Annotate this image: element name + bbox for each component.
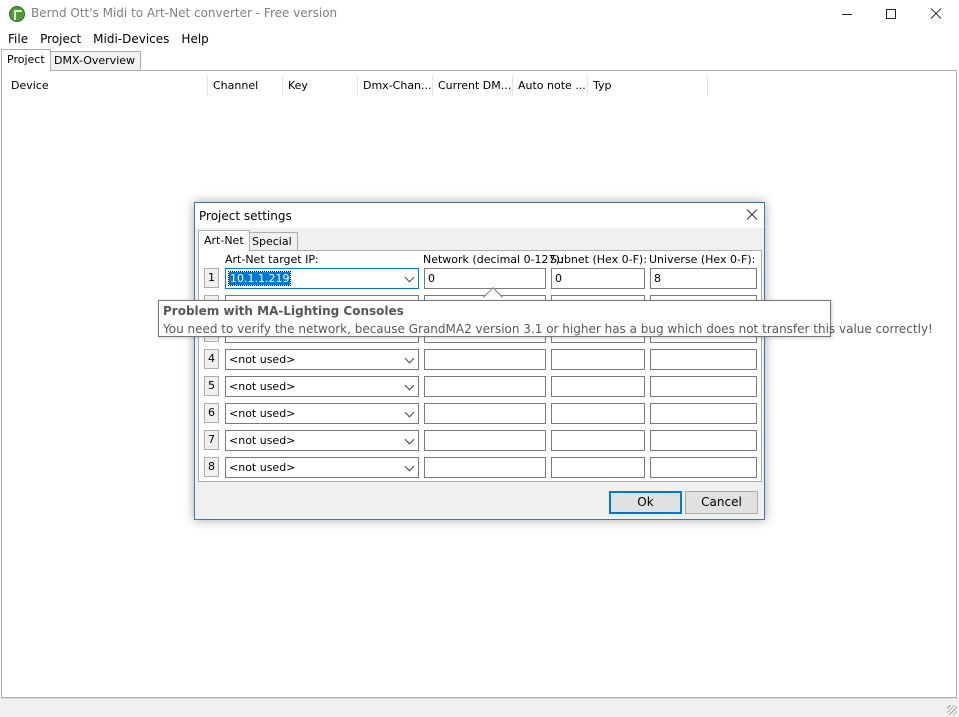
network-field[interactable]	[424, 349, 546, 370]
menu-midi-devices[interactable]: Midi-Devices	[87, 29, 175, 49]
universe-field[interactable]	[650, 457, 757, 478]
dialog-title: Project settings	[199, 209, 292, 223]
menu-help[interactable]: Help	[175, 29, 214, 49]
row-number: 1	[204, 268, 219, 288]
maximize-icon	[886, 9, 896, 19]
tab-dmx-overview[interactable]: DMX-Overview	[48, 51, 142, 70]
target-ip-combo[interactable]: <not used>	[225, 376, 419, 397]
target-ip-value: <not used>	[229, 353, 296, 366]
subnet-field[interactable]	[551, 349, 645, 370]
close-icon	[930, 8, 942, 20]
menu-project[interactable]: Project	[34, 29, 87, 49]
tab-special[interactable]: Special	[246, 232, 298, 251]
status-bar	[0, 698, 959, 717]
target-ip-value: <not used>	[229, 434, 296, 447]
network-tooltip: Problem with MA-Lighting Consoles You ne…	[158, 300, 933, 337]
app-logo-icon	[9, 6, 25, 22]
network-field[interactable]: 0	[424, 268, 546, 289]
column-device[interactable]: Device	[6, 76, 208, 96]
network-field[interactable]	[424, 403, 546, 424]
chevron-down-icon[interactable]	[404, 434, 415, 445]
target-ip-combo[interactable]: <not used>	[225, 349, 419, 370]
column-auto-note[interactable]: Auto note ...	[513, 76, 588, 96]
chevron-down-icon[interactable]	[404, 380, 415, 391]
menu-bar: File Project Midi-Devices Help	[0, 29, 959, 49]
main-tabs: Project DMX-Overview	[0, 49, 959, 71]
column-typ[interactable]: Typ	[588, 76, 708, 96]
subnet-field[interactable]	[551, 403, 645, 424]
chevron-down-icon[interactable]	[404, 272, 415, 283]
target-ip-combo[interactable]: <not used>	[225, 403, 419, 424]
row-number: 6	[204, 403, 219, 423]
tab-art-net[interactable]: Art-Net	[198, 230, 250, 251]
subnet-field[interactable]	[551, 376, 645, 397]
tooltip-body: You need to verify the network, because …	[163, 322, 933, 336]
row-number: 7	[204, 430, 219, 450]
dialog-title-bar[interactable]: Project settings	[195, 203, 764, 228]
resize-grip-icon[interactable]	[947, 705, 957, 715]
project-settings-dialog: Project settings Art-Net Special Art-Net…	[194, 202, 765, 520]
row-number: 4	[204, 349, 219, 369]
target-ip-value: <not used>	[229, 461, 296, 474]
target-ip-value: 10.1.1.219	[227, 271, 292, 286]
universe-field[interactable]	[650, 376, 757, 397]
universe-field[interactable]	[650, 349, 757, 370]
cancel-button[interactable]: Cancel	[685, 491, 758, 514]
subnet-field[interactable]	[551, 430, 645, 451]
menu-file[interactable]: File	[2, 29, 34, 49]
column-dmx-channel[interactable]: Dmx-Chan...	[358, 76, 433, 96]
minimize-icon	[842, 13, 852, 15]
universe-field[interactable]	[650, 430, 757, 451]
list-header: Device Channel Key Dmx-Chan... Current D…	[6, 76, 711, 96]
subnet-field[interactable]: 0	[551, 268, 645, 289]
universe-field[interactable]	[650, 403, 757, 424]
target-ip-value: <not used>	[229, 407, 296, 420]
column-key[interactable]: Key	[283, 76, 358, 96]
network-field[interactable]	[424, 376, 546, 397]
close-button[interactable]	[913, 0, 959, 28]
target-ip-combo[interactable]: <not used>	[225, 457, 419, 478]
maximize-button[interactable]	[868, 0, 914, 28]
label-universe: Universe (Hex 0-F):	[649, 253, 756, 266]
chevron-down-icon[interactable]	[404, 461, 415, 472]
target-ip-value: <not used>	[229, 380, 296, 393]
chevron-down-icon[interactable]	[404, 353, 415, 364]
label-network: Network (decimal 0-127):	[423, 253, 564, 266]
dialog-close-icon[interactable]	[746, 209, 758, 221]
universe-field[interactable]: 8	[650, 268, 757, 289]
row-number: 8	[204, 457, 219, 477]
network-field[interactable]	[424, 457, 546, 478]
column-current-dmx[interactable]: Current DM...	[433, 76, 513, 96]
chevron-down-icon[interactable]	[404, 407, 415, 418]
subnet-field[interactable]	[551, 457, 645, 478]
tab-project[interactable]: Project	[1, 49, 51, 71]
label-target-ip: Art-Net target IP:	[225, 253, 319, 266]
window-title: Bernd Ott's Midi to Art-Net converter - …	[31, 6, 338, 20]
row-number: 5	[204, 376, 219, 396]
target-ip-combo[interactable]: 10.1.1.219	[225, 268, 419, 289]
column-channel[interactable]: Channel	[208, 76, 283, 96]
ok-button[interactable]: Ok	[609, 491, 682, 514]
title-bar[interactable]: Bernd Ott's Midi to Art-Net converter - …	[0, 0, 959, 28]
network-field[interactable]	[424, 430, 546, 451]
art-net-panel: Art-Net target IP: Network (decimal 0-12…	[198, 250, 762, 482]
target-ip-combo[interactable]: <not used>	[225, 430, 419, 451]
label-subnet: Subnet (Hex 0-F):	[550, 253, 647, 266]
tooltip-title: Problem with MA-Lighting Consoles	[163, 304, 404, 318]
minimize-button[interactable]	[824, 0, 870, 28]
app-window: Bernd Ott's Midi to Art-Net converter - …	[0, 0, 959, 717]
